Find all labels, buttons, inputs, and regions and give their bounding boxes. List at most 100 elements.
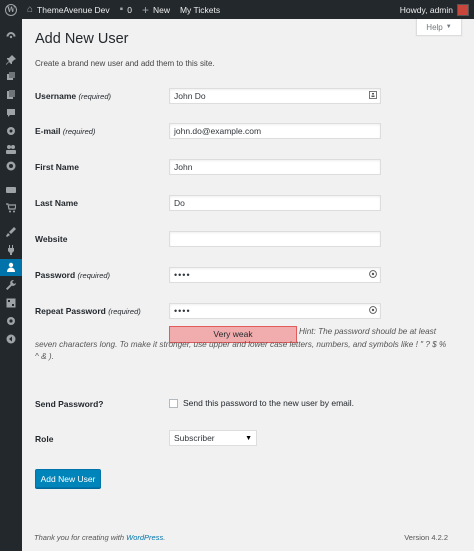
- first-name-value: John: [174, 162, 193, 172]
- email-label: E-mail (required): [35, 126, 95, 136]
- repeat-password-required: (required): [108, 307, 141, 316]
- menu-products[interactable]: [0, 199, 22, 217]
- footer-thanks-suffix: .: [163, 533, 166, 542]
- dropdown-arrow-icon: ▼: [245, 435, 252, 442]
- pages-icon: [7, 90, 15, 100]
- add-new-user-button[interactable]: Add New User: [35, 469, 101, 488]
- options-icon: [7, 316, 15, 325]
- plus-icon: +: [141, 2, 149, 17]
- new-content-link[interactable]: + New: [137, 0, 175, 19]
- new-label: New: [152, 4, 170, 15]
- avatar: [457, 3, 469, 16]
- send-password-text[interactable]: Send this password to the new user by em…: [183, 398, 354, 408]
- username-field[interactable]: John Do: [169, 88, 381, 104]
- menu-woocommerce[interactable]: [0, 181, 22, 199]
- last-name-value: Do: [174, 198, 185, 208]
- footer-version: Version 4.2.2: [404, 533, 448, 542]
- last-name-field[interactable]: Do: [169, 195, 381, 211]
- password-label-text: Password: [35, 270, 76, 280]
- wordpress-link[interactable]: WordPress: [126, 533, 163, 542]
- help-label: Help: [426, 22, 443, 32]
- footer-thanks: Thank you for creating with WordPress.: [34, 533, 165, 542]
- role-label-text: Role: [35, 434, 54, 444]
- media-icon: [7, 72, 15, 81]
- password-manager-icon: [369, 306, 377, 314]
- username-label: Username (required): [35, 91, 111, 101]
- website-label-text: Website: [35, 234, 68, 244]
- repeat-password-label: Repeat Password (required): [35, 306, 141, 316]
- repeat-password-label-text: Repeat Password: [35, 306, 106, 316]
- wordpress-logo-icon: W: [5, 3, 17, 16]
- home-icon: ⌂: [27, 3, 34, 15]
- first-name-field[interactable]: John: [169, 159, 381, 175]
- site-name-link[interactable]: ⌂ ThemeAvenue Dev: [22, 0, 115, 19]
- email-required: (required): [62, 127, 96, 136]
- password-required: (required): [77, 271, 111, 280]
- password-value: ••••: [174, 270, 191, 280]
- support-icon: [6, 161, 16, 171]
- menu-comments[interactable]: [0, 104, 22, 122]
- menu-appearance[interactable]: [0, 223, 22, 241]
- first-name-label: First Name: [35, 162, 79, 172]
- first-name-label-text: First Name: [35, 162, 79, 172]
- send-password-checkbox[interactable]: [169, 399, 178, 408]
- last-name-label: Last Name: [35, 198, 78, 208]
- menu-tools[interactable]: [0, 276, 22, 294]
- repeat-password-value: ••••: [174, 306, 191, 316]
- send-password-label-text: Send Password?: [35, 399, 104, 409]
- main-content: Help ▼ Add New User Create a brand new u…: [22, 19, 474, 551]
- username-value: John Do: [174, 91, 206, 101]
- page-title: Add New User: [35, 31, 129, 47]
- greeting: Howdy, admin: [399, 4, 453, 15]
- password-manager-icon: [369, 270, 377, 278]
- menu-plugins[interactable]: [0, 241, 22, 259]
- menu-collapse[interactable]: [0, 330, 22, 348]
- my-tickets-link[interactable]: My Tickets: [175, 0, 225, 19]
- footer-thanks-prefix: Thank you for creating with: [34, 533, 127, 542]
- menu-support[interactable]: [0, 158, 22, 176]
- last-name-label-text: Last Name: [35, 198, 78, 208]
- my-tickets-label: My Tickets: [179, 4, 221, 15]
- woocommerce-icon: [6, 187, 16, 194]
- menu-dashboard[interactable]: [0, 27, 22, 45]
- menu-users[interactable]: [0, 258, 22, 277]
- password-label: Password (required): [35, 270, 110, 280]
- pin-icon: [6, 54, 16, 65]
- account-menu[interactable]: Howdy, admin: [395, 0, 474, 19]
- role-select[interactable]: Subscriber ▼: [169, 430, 257, 446]
- menu-pages[interactable]: [0, 86, 22, 104]
- comments-link[interactable]: ▪ 0: [115, 0, 137, 19]
- role-label: Role: [35, 434, 53, 444]
- menu-settings[interactable]: [0, 294, 22, 312]
- menu-options[interactable]: [0, 312, 22, 330]
- groups-icon: [6, 144, 16, 154]
- admin-menu: [0, 19, 22, 551]
- role-value: Subscriber: [174, 433, 215, 443]
- dashboard-icon: [6, 31, 16, 39]
- products-icon: [6, 203, 16, 213]
- website-label: Website: [35, 234, 67, 244]
- collapse-icon: [6, 334, 16, 344]
- menu-posts[interactable]: [0, 51, 22, 69]
- help-tab-button[interactable]: Help ▼: [416, 19, 462, 36]
- repeat-password-field[interactable]: ••••: [169, 303, 381, 319]
- password-hint: Hint: The password should be at least se…: [35, 327, 447, 361]
- menu-media[interactable]: [0, 69, 22, 87]
- comments-icon: [7, 109, 15, 118]
- menu-groups[interactable]: [0, 140, 22, 158]
- send-password-label: Send Password?: [35, 399, 104, 409]
- email-field[interactable]: john.do@example.com: [169, 123, 381, 139]
- appearance-icon: [6, 226, 16, 237]
- comments-count: 0: [127, 4, 132, 15]
- username-required: (required): [78, 92, 111, 101]
- users-icon: [7, 263, 15, 273]
- admin-bar: W ⌂ ThemeAvenue Dev ▪ 0 + New My Tickets…: [0, 0, 474, 19]
- menu-tickets[interactable]: [0, 122, 22, 140]
- website-field[interactable]: [169, 231, 381, 247]
- comment-icon: ▪: [119, 3, 124, 15]
- wordpress-logo-menu[interactable]: W: [0, 0, 22, 19]
- email-value: john.do@example.com: [174, 126, 262, 136]
- tickets-icon: [7, 126, 15, 135]
- page-intro: Create a brand new user and add them to …: [35, 59, 215, 68]
- password-field[interactable]: ••••: [169, 267, 381, 283]
